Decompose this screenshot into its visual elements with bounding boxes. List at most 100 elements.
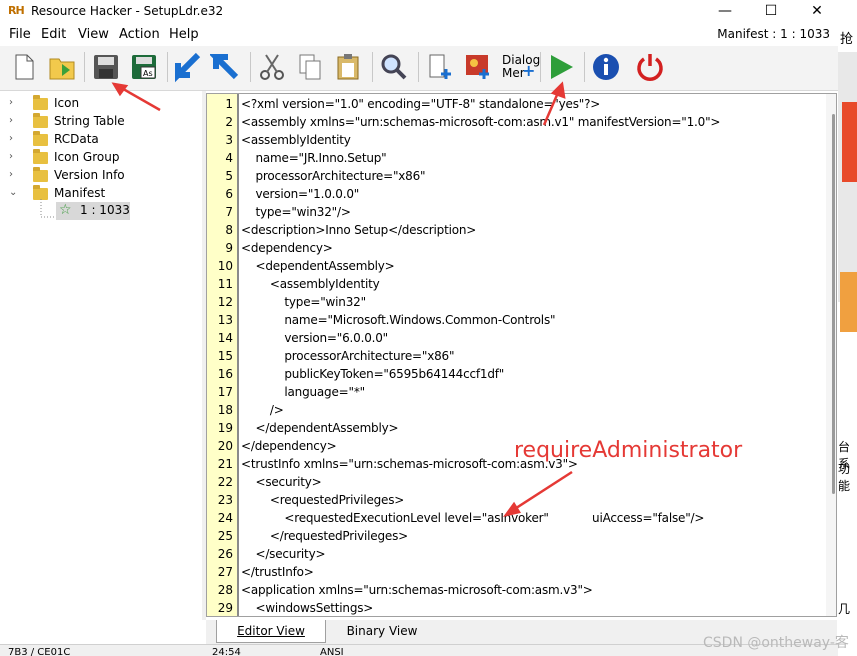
add-blank-resource-button[interactable] bbox=[424, 51, 456, 83]
chevron-down-icon[interactable]: ⌄ bbox=[9, 187, 17, 198]
cut-button[interactable] bbox=[256, 51, 288, 83]
tree-item-label: Version Info bbox=[54, 168, 125, 182]
tab-binary-view[interactable]: Binary View bbox=[334, 620, 430, 642]
current-resource-label: Manifest : 1 : 1033 bbox=[717, 27, 830, 41]
chevron-right-icon[interactable]: › bbox=[9, 97, 13, 108]
line-number: 2 bbox=[225, 115, 233, 129]
paste-clipboard-icon bbox=[337, 54, 359, 80]
app-logo-icon: RH bbox=[8, 4, 25, 17]
resource-tree: › Icon › String Table › RCData › Icon Group … bbox=[0, 91, 203, 620]
arrow-up-left-icon bbox=[208, 54, 239, 80]
folder-icon bbox=[33, 131, 48, 146]
line-number: 5 bbox=[225, 169, 233, 183]
tree-child-label: 1 : 1033 bbox=[80, 203, 130, 217]
add-page-icon bbox=[429, 54, 451, 79]
code-line: <security> bbox=[241, 475, 322, 489]
copy-icon bbox=[299, 54, 321, 80]
toolbar: As Dialog Mer + bbox=[0, 46, 838, 91]
menu-view[interactable]: View bbox=[78, 27, 109, 42]
menu-action[interactable]: Action bbox=[119, 27, 160, 42]
code-line: <dependency> bbox=[241, 241, 333, 255]
tree-item-version-info[interactable]: › Version Info bbox=[0, 167, 200, 185]
code-line: name="JR.Inno.Setup" bbox=[241, 151, 387, 165]
tree-item-rcdata[interactable]: › RCData bbox=[0, 131, 200, 149]
copy-button[interactable] bbox=[294, 51, 326, 83]
chevron-right-icon[interactable]: › bbox=[9, 169, 13, 180]
code-line: <assemblyIdentity bbox=[241, 133, 351, 147]
tab-editor-view-label: Editor View bbox=[237, 624, 305, 638]
window-title: Resource Hacker - SetupLdr.e32 bbox=[31, 4, 224, 18]
folder-icon bbox=[33, 95, 48, 110]
tree-item-label: RCData bbox=[54, 132, 99, 146]
code-line: </dependency> bbox=[241, 439, 337, 453]
code-line: processorArchitecture="x86" bbox=[241, 169, 426, 183]
line-number-gutter: 1 2 3 4 5 6 7 8 9 10 11 12 13 14 15 16 17 18 19 20 21 22 23 24 2… bbox=[207, 94, 237, 616]
add-image-resource-button[interactable] bbox=[462, 51, 494, 83]
close-button[interactable]: ✕ bbox=[794, 0, 840, 24]
tree-item-icon-group[interactable]: › Icon Group bbox=[0, 149, 200, 167]
tree-item-string-table[interactable]: › String Table bbox=[0, 113, 200, 131]
svg-text:As: As bbox=[143, 69, 153, 78]
code-line: language="*" bbox=[241, 385, 365, 399]
side-ad-image bbox=[838, 52, 857, 332]
dialog-merger-button[interactable]: Dialog Mer + bbox=[500, 51, 540, 83]
magnifier-icon bbox=[381, 54, 407, 80]
line-number: 16 bbox=[217, 367, 233, 381]
minimize-button[interactable]: — bbox=[702, 0, 748, 24]
new-file-button[interactable] bbox=[8, 51, 40, 83]
plus-icon: + bbox=[522, 61, 536, 80]
vertical-scrollbar[interactable] bbox=[826, 94, 836, 616]
save-as-button[interactable]: As bbox=[128, 51, 160, 83]
menu-edit[interactable]: Edit bbox=[41, 27, 66, 42]
code-line: <assemblyIdentity bbox=[241, 277, 380, 291]
code-editor[interactable]: 1 2 3 4 5 6 7 8 9 10 11 12 13 14 15 16 17 18 19 20 21 22 23 24 2… bbox=[206, 93, 837, 617]
code-line: </security> bbox=[241, 547, 326, 561]
play-icon bbox=[551, 55, 573, 79]
line-number: 20 bbox=[217, 439, 233, 453]
menu-bar: File Edit View Action Help Manifest : 1 … bbox=[0, 24, 838, 46]
tree-item-icon[interactable]: › Icon bbox=[0, 95, 200, 113]
line-number: 18 bbox=[217, 403, 233, 417]
find-button[interactable] bbox=[378, 51, 410, 83]
folder-icon bbox=[33, 167, 48, 182]
code-line: type="win32"/> bbox=[241, 205, 351, 219]
about-button[interactable] bbox=[590, 51, 622, 83]
save-as-icon: As bbox=[132, 55, 156, 79]
maximize-button[interactable]: ☐ bbox=[748, 0, 794, 24]
line-number: 4 bbox=[225, 151, 233, 165]
side-text-1: 抢 bbox=[840, 32, 854, 47]
menu-file[interactable]: File bbox=[9, 27, 31, 42]
line-number: 17 bbox=[217, 385, 233, 399]
tree-item-manifest[interactable]: ⌄ Manifest bbox=[0, 185, 200, 203]
code-line: <requestedPrivileges> bbox=[241, 493, 405, 507]
chevron-right-icon[interactable]: › bbox=[9, 151, 13, 162]
paste-button[interactable] bbox=[332, 51, 364, 83]
open-folder-icon bbox=[49, 58, 75, 80]
line-number: 1 bbox=[225, 97, 233, 111]
code-line: <windowsSettings> bbox=[241, 601, 374, 615]
tab-editor-view[interactable]: Editor View bbox=[216, 620, 326, 643]
tree-item-manifest-1033[interactable]: ☆ 1 : 1033 bbox=[56, 202, 130, 220]
export-button[interactable] bbox=[208, 51, 242, 83]
title-bar: RH Resource Hacker - SetupLdr.e32 — ☐ ✕ bbox=[0, 0, 838, 24]
tab-binary-view-label: Binary View bbox=[346, 624, 418, 638]
menu-help[interactable]: Help bbox=[169, 27, 199, 42]
code-line: type="win32" bbox=[241, 295, 366, 309]
import-button[interactable] bbox=[172, 51, 204, 83]
code-line: <description>Inno Setup</description> bbox=[241, 223, 477, 237]
line-number: 14 bbox=[217, 331, 233, 345]
line-number: 7 bbox=[225, 205, 233, 219]
open-file-button[interactable] bbox=[46, 51, 78, 83]
chevron-right-icon[interactable]: › bbox=[9, 115, 13, 126]
save-button[interactable] bbox=[90, 51, 122, 83]
line-number: 28 bbox=[217, 583, 233, 597]
scroll-thumb[interactable] bbox=[832, 114, 835, 494]
new-file-icon bbox=[15, 54, 34, 80]
line-number: 24 bbox=[217, 511, 233, 525]
chevron-right-icon[interactable]: › bbox=[9, 133, 13, 144]
star-icon: ☆ bbox=[59, 202, 72, 218]
code-line: version="1.0.0.0" bbox=[241, 187, 360, 201]
exit-button[interactable] bbox=[634, 51, 666, 83]
compile-run-button[interactable] bbox=[545, 51, 577, 83]
folder-icon bbox=[33, 113, 48, 128]
